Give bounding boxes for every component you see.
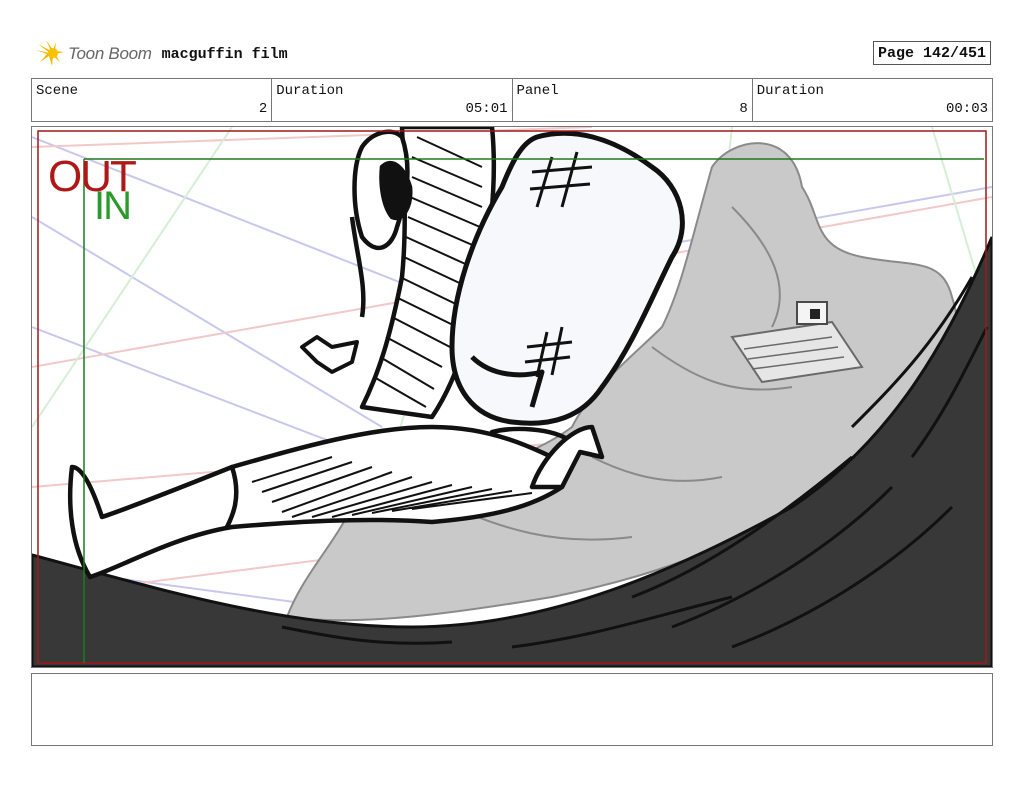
storyboard-panel: OUT IN bbox=[31, 126, 993, 668]
panel-sketch: OUT IN bbox=[32, 127, 992, 667]
toon-boom-logo: Toon Boom macguffin film bbox=[34, 38, 288, 70]
scene-label: Scene bbox=[36, 83, 79, 99]
page-indicator: Page 142/451 bbox=[873, 41, 991, 65]
in-safe-label: IN bbox=[94, 184, 130, 228]
panel-value: 8 bbox=[739, 101, 748, 117]
project-title: macguffin film bbox=[161, 45, 288, 63]
panel-label: Panel bbox=[516, 83, 559, 99]
logo-wordmark: Toon Boom bbox=[68, 44, 152, 63]
panel-duration-label: Duration bbox=[756, 83, 824, 99]
scene-cell: Scene 2 bbox=[32, 79, 273, 121]
panel-cell: Panel 8 bbox=[513, 79, 753, 121]
scene-duration-label: Duration bbox=[276, 83, 344, 99]
panel-info-table: Scene 2 Duration 05:01 Panel 8 Duration … bbox=[31, 78, 993, 122]
scene-duration-value: 05:01 bbox=[465, 101, 508, 117]
scene-duration-cell: Duration 05:01 bbox=[272, 79, 513, 121]
toon-boom-star-icon bbox=[36, 40, 64, 66]
panel-caption-box[interactable] bbox=[31, 673, 993, 746]
panel-duration-cell: Duration 00:03 bbox=[753, 79, 992, 121]
panel-duration-value: 00:03 bbox=[945, 101, 988, 117]
scene-value: 2 bbox=[258, 101, 268, 117]
